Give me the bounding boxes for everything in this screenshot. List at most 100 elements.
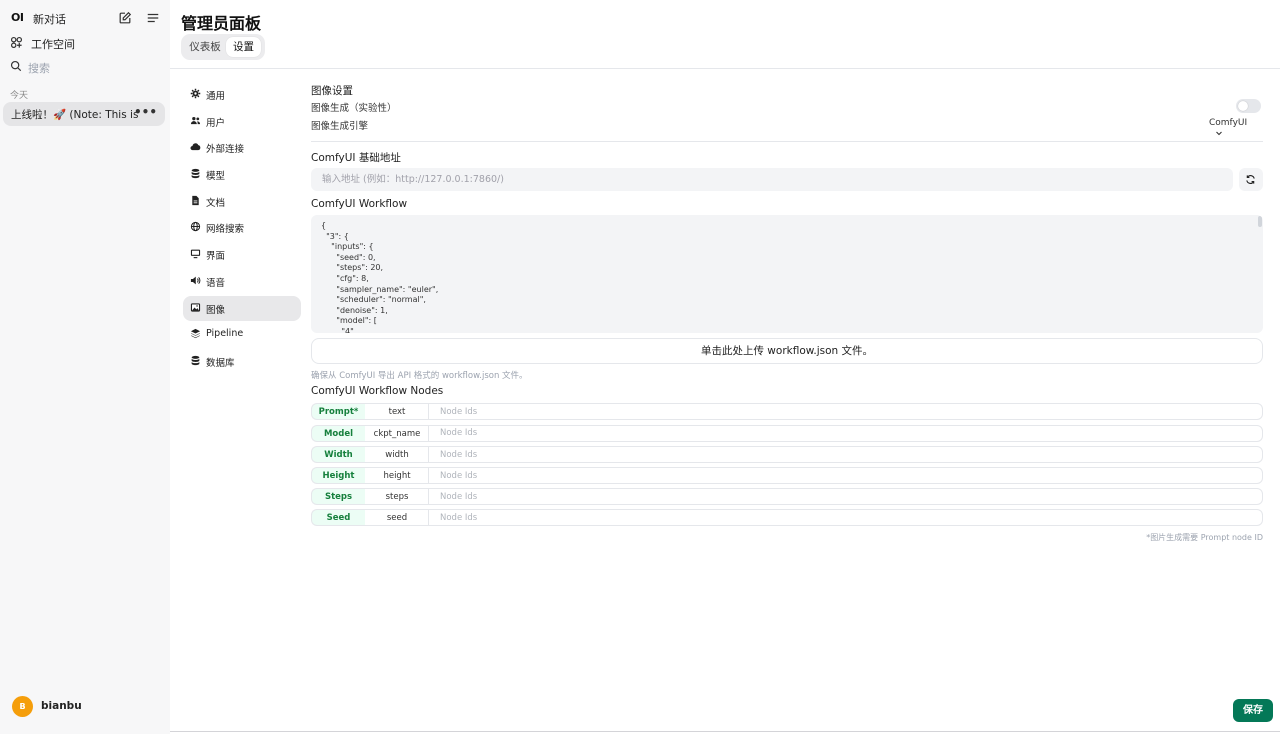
node-ids-input[interactable] xyxy=(428,424,1263,442)
settings-nav: 通用 用户 外部连接 模型 文档 网络搜索 界面 语音 图像 Pipeline … xyxy=(183,82,301,376)
bottom-divider xyxy=(170,731,1280,732)
node-row-steps: Steps steps xyxy=(311,488,1263,505)
scrollbar[interactable] xyxy=(1258,216,1262,227)
sidebar-item-label: 工作空间 xyxy=(31,38,75,51)
refresh-icon xyxy=(1246,175,1255,184)
new-chat-icon[interactable] xyxy=(118,11,132,25)
search-icon xyxy=(10,60,23,73)
node-type-tag: Model xyxy=(311,424,365,442)
divider xyxy=(311,141,1263,142)
base-url-label: ComfyUI 基础地址 xyxy=(311,152,401,164)
workflow-nodes-label: ComfyUI Workflow Nodes xyxy=(311,385,444,397)
node-ids-input[interactable] xyxy=(428,488,1263,505)
user-name: bianbu xyxy=(41,700,82,712)
settings-nav-interface[interactable]: 界面 xyxy=(183,242,301,267)
export-hint: 确保从 ComfyUI 导出 API 格式的 workflow.json 文件。 xyxy=(311,371,528,381)
verify-url-button[interactable] xyxy=(1239,168,1263,191)
page-title: 管理员面板 xyxy=(181,14,262,33)
new-chat-button[interactable]: 新对话 xyxy=(33,11,66,27)
workflow-textarea[interactable]: { "3": { "inputs": { "seed": 0, "steps":… xyxy=(311,215,1263,333)
chat-list-item[interactable]: 上线啦！🚀 (Note: This is a test ••• xyxy=(3,102,165,126)
node-ids-input[interactable] xyxy=(428,403,1263,420)
node-row-model: Model ckpt_name xyxy=(311,424,1263,442)
settings-nav-models[interactable]: 模型 xyxy=(183,162,301,187)
workflow-label: ComfyUI Workflow xyxy=(311,198,408,210)
node-type-tag: Width xyxy=(311,446,365,463)
sidebar-header: OI 新对话 xyxy=(0,8,170,30)
tab-dashboard[interactable]: 仪表板 xyxy=(185,37,225,57)
settings-nav-pipelines[interactable]: Pipeline xyxy=(183,322,301,347)
sidebar-search[interactable]: 搜索 xyxy=(0,56,170,78)
image-generation-toggle[interactable] xyxy=(1236,99,1261,113)
settings-nav-label: 用户 xyxy=(206,117,226,129)
node-row-prompt: Prompt* text xyxy=(311,403,1263,420)
settings-nav-label: 外部连接 xyxy=(206,144,245,156)
base-url-input[interactable] xyxy=(311,168,1233,191)
node-row-width: Width width xyxy=(311,446,1263,463)
app-logo: OI xyxy=(11,11,24,24)
node-key: ckpt_name xyxy=(365,424,429,442)
app-sidebar: OI 新对话 工作空间 搜索 今天 上线啦！🚀 (Note: This is a… xyxy=(0,0,170,734)
admin-tabs: 仪表板 设置 xyxy=(181,34,265,60)
node-key: width xyxy=(365,446,429,463)
monitor-icon xyxy=(190,248,202,260)
globe-icon xyxy=(190,221,202,233)
settings-nav-connections[interactable]: 外部连接 xyxy=(183,135,301,160)
node-type-tag: Prompt* xyxy=(311,403,365,420)
node-key: text xyxy=(365,403,429,420)
node-ids-input[interactable] xyxy=(428,509,1263,526)
save-button[interactable]: 保存 xyxy=(1233,699,1273,722)
settings-nav-label: Pipeline xyxy=(206,328,244,340)
settings-nav-label: 数据库 xyxy=(206,357,235,369)
more-options-icon[interactable]: ••• xyxy=(134,105,157,119)
gear-icon xyxy=(190,88,202,100)
settings-nav-label: 文档 xyxy=(206,197,226,209)
header-divider xyxy=(170,68,1280,69)
node-type-tag: Seed xyxy=(311,509,365,526)
prompt-node-note: *图片生成需要 Prompt node ID xyxy=(1146,533,1263,542)
settings-nav-web-search[interactable]: 网络搜索 xyxy=(183,215,301,240)
upload-workflow-button[interactable]: 单击此处上传 workflow.json 文件。 xyxy=(311,338,1263,364)
search-input[interactable]: 搜索 xyxy=(28,60,50,76)
settings-nav-users[interactable]: 用户 xyxy=(183,109,301,134)
chevron-down-icon xyxy=(1215,129,1223,137)
settings-nav-audio[interactable]: 语音 xyxy=(183,269,301,294)
settings-nav-label: 通用 xyxy=(206,91,226,102)
node-type-tag: Height xyxy=(311,467,365,484)
users-icon xyxy=(190,115,202,127)
node-row-height: Height height xyxy=(311,467,1263,484)
sidebar-toggle-icon[interactable] xyxy=(146,11,160,25)
settings-nav-database[interactable]: 数据库 xyxy=(183,349,301,374)
settings-nav-images[interactable]: 图像 xyxy=(183,295,301,321)
settings-nav-label: 网络搜索 xyxy=(206,224,245,236)
avatar: B xyxy=(12,696,33,717)
settings-nav-label: 图像 xyxy=(206,304,226,316)
layers-icon xyxy=(190,328,202,340)
settings-nav-documents[interactable]: 文档 xyxy=(183,189,301,214)
node-type-tag: Steps xyxy=(311,488,365,505)
cloud-icon xyxy=(190,141,202,153)
engine-select[interactable]: ComfyUI xyxy=(1209,118,1263,138)
sidebar-item-workspace[interactable]: 工作空间 xyxy=(0,32,170,54)
tab-settings[interactable]: 设置 xyxy=(226,37,261,57)
chat-group-label: 今天 xyxy=(10,91,29,101)
node-ids-input[interactable] xyxy=(428,467,1263,484)
node-row-seed: Seed seed xyxy=(311,509,1263,526)
workflow-json: { "3": { "inputs": { "seed": 0, "steps":… xyxy=(321,221,439,333)
database-icon xyxy=(190,168,202,180)
document-icon xyxy=(190,195,202,207)
engine-select-value: ComfyUI xyxy=(1209,118,1248,128)
chat-title: 上线啦！🚀 (Note: This is a test xyxy=(11,109,139,121)
settings-nav-label: 界面 xyxy=(206,251,226,263)
image-icon xyxy=(190,302,202,314)
grid-icon xyxy=(10,36,23,49)
settings-nav-general[interactable]: 通用 xyxy=(183,82,301,107)
database-icon xyxy=(190,355,202,367)
image-generation-label: 图像生成（实验性） xyxy=(311,103,397,114)
section-heading: 图像设置 xyxy=(311,85,353,97)
settings-nav-label: 语音 xyxy=(206,277,226,289)
speaker-icon xyxy=(190,275,202,287)
engine-label: 图像生成引擎 xyxy=(311,121,369,132)
node-key: height xyxy=(365,467,429,484)
node-ids-input[interactable] xyxy=(428,446,1263,463)
